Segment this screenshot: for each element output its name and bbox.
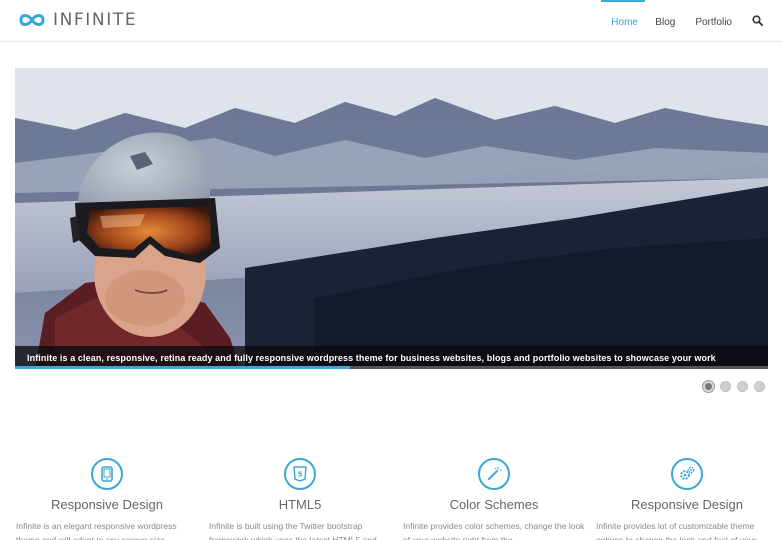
nav-blog[interactable]: Blog xyxy=(645,0,685,42)
feature-title: Responsive Design xyxy=(630,497,743,512)
site-header: INFINITE Home Blog Portfolio xyxy=(0,0,782,42)
feature-responsive-design-2: Responsive Design Infinite provides lot … xyxy=(596,458,778,540)
feature-responsive-design: Responsive Design Infinite is an elegant… xyxy=(16,458,198,540)
hero-slider[interactable]: Infinite is a clean, responsive, retina … xyxy=(15,68,768,369)
feature-text: Infinite is an elegant responsive wordpr… xyxy=(16,521,177,540)
feature-title: Responsive Design xyxy=(50,497,163,512)
tablet-icon xyxy=(91,458,123,490)
feature-text: Infinite is built using the Twitter boot… xyxy=(209,521,377,540)
slider-dot-2[interactable] xyxy=(720,381,731,392)
main-nav: Home Blog Portfolio xyxy=(601,0,782,42)
slider-dot-3[interactable] xyxy=(737,381,748,392)
nav-home[interactable]: Home xyxy=(601,0,646,42)
magic-wand-icon xyxy=(478,458,510,490)
infinity-logo-icon xyxy=(19,14,45,26)
feature-text: Infinite provides color schemes, change … xyxy=(403,521,585,540)
slide-caption: Infinite is a clean, responsive, retina … xyxy=(15,346,768,369)
search-button[interactable] xyxy=(742,0,782,42)
gears-icon xyxy=(671,458,703,490)
feature-title: Color Schemes xyxy=(449,497,539,512)
svg-text:5: 5 xyxy=(298,471,303,479)
feature-color-schemes: Color Schemes Infinite provides color sc… xyxy=(403,458,585,540)
nav-portfolio[interactable]: Portfolio xyxy=(685,0,742,42)
slide-progress-fill xyxy=(15,366,351,369)
slide-caption-text: Infinite is a clean, responsive, retina … xyxy=(27,353,716,363)
feature-text: Infinite provides lot of customizable th… xyxy=(596,521,757,540)
slide-image xyxy=(15,68,768,369)
feature-html5: 5 HTML5 Infinite is built using the Twit… xyxy=(209,458,391,540)
logo-text: INFINITE xyxy=(53,10,138,30)
feature-title: HTML5 xyxy=(278,497,322,512)
slider-dot-1[interactable] xyxy=(703,381,714,392)
html5-icon: 5 xyxy=(284,458,316,490)
slider-pagination xyxy=(703,381,765,392)
logo[interactable]: INFINITE xyxy=(16,10,137,30)
search-icon xyxy=(752,15,764,27)
features-section: Responsive Design Infinite is an elegant… xyxy=(0,458,782,540)
slide-progress-track xyxy=(15,366,768,369)
slider-dot-4[interactable] xyxy=(754,381,765,392)
